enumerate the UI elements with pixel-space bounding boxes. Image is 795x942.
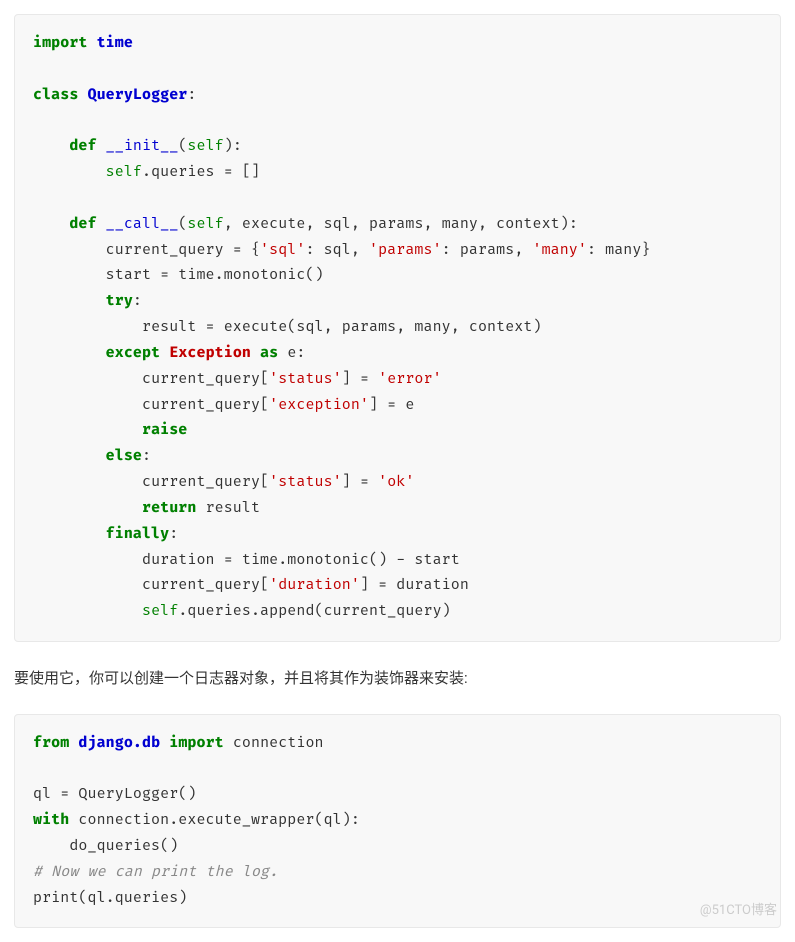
kw-except: except xyxy=(106,345,161,362)
kw-def: def xyxy=(69,138,96,155)
prose-paragraph: 要使用它，你可以创建一个日志器对象，并且将其作为装饰器来安装: xyxy=(14,666,781,692)
method-call: __call__ xyxy=(106,216,179,233)
code-text: e: xyxy=(278,345,305,362)
code-text: result = execute(sql, params, many, cont… xyxy=(142,319,542,336)
code-text: current_query = { xyxy=(106,242,260,259)
kw-as: as xyxy=(260,345,278,362)
module-time: time xyxy=(97,35,133,52)
code-text: do_queries() xyxy=(69,838,178,855)
kw-finally: finally xyxy=(106,526,170,543)
kw-import: import xyxy=(169,735,224,752)
kw-import: import xyxy=(33,35,88,52)
code-text: ql = QueryLogger() xyxy=(33,786,196,803)
self: self xyxy=(187,216,223,233)
code-text: ] = xyxy=(342,371,378,388)
method-init: __init__ xyxy=(106,138,179,155)
code-text: .queries.append(current_query) xyxy=(178,603,450,620)
self: self xyxy=(142,603,178,620)
code-text: connection xyxy=(224,735,324,752)
code-block-1: import time class QueryLogger: def __ini… xyxy=(14,14,781,642)
kw-return: return xyxy=(142,500,197,517)
string: 'status' xyxy=(269,474,342,491)
code-text: current_query[ xyxy=(142,397,269,414)
code-block-2: from django.db import connection ql = Qu… xyxy=(14,714,781,929)
code-text: : sql, xyxy=(305,242,369,259)
class-name: QueryLogger xyxy=(88,87,188,104)
code-text: print(ql.queries) xyxy=(33,890,187,907)
code-text: .queries = [] xyxy=(142,164,260,181)
string: 'exception' xyxy=(269,397,369,414)
code-text: : many} xyxy=(587,242,651,259)
self: self xyxy=(106,164,142,181)
code-text: ] = xyxy=(342,474,378,491)
kw-with: with xyxy=(33,812,69,829)
string: 'duration' xyxy=(269,577,360,594)
code-text: ] = duration xyxy=(360,577,469,594)
code-text: start = time.monotonic() xyxy=(106,267,324,284)
code-text: duration = time.monotonic() - start xyxy=(142,552,460,569)
code-text: result xyxy=(196,500,260,517)
string: 'many' xyxy=(532,242,587,259)
kw-def: def xyxy=(69,216,96,233)
string: 'params' xyxy=(369,242,442,259)
kw-try: try xyxy=(106,293,133,310)
kw-raise: raise xyxy=(142,422,187,439)
string: 'sql' xyxy=(260,242,305,259)
code-text: current_query[ xyxy=(142,474,269,491)
string: 'ok' xyxy=(378,474,414,491)
code-text: current_query[ xyxy=(142,577,269,594)
string: 'status' xyxy=(269,371,342,388)
code-text: connection.execute_wrapper(ql): xyxy=(69,812,360,829)
code-text: current_query[ xyxy=(142,371,269,388)
string: 'error' xyxy=(378,371,442,388)
code-text: ] = e xyxy=(369,397,414,414)
kw-else: else xyxy=(106,448,142,465)
kw-from: from xyxy=(33,735,69,752)
code-text: , execute, sql, params, many, context): xyxy=(224,216,578,233)
kw-class: class xyxy=(33,87,78,104)
self: self xyxy=(187,138,223,155)
exception-class: Exception xyxy=(169,345,251,362)
code-text: : params, xyxy=(442,242,533,259)
comment: # Now we can print the log. xyxy=(33,864,278,881)
module-django-db: django.db xyxy=(78,735,160,752)
